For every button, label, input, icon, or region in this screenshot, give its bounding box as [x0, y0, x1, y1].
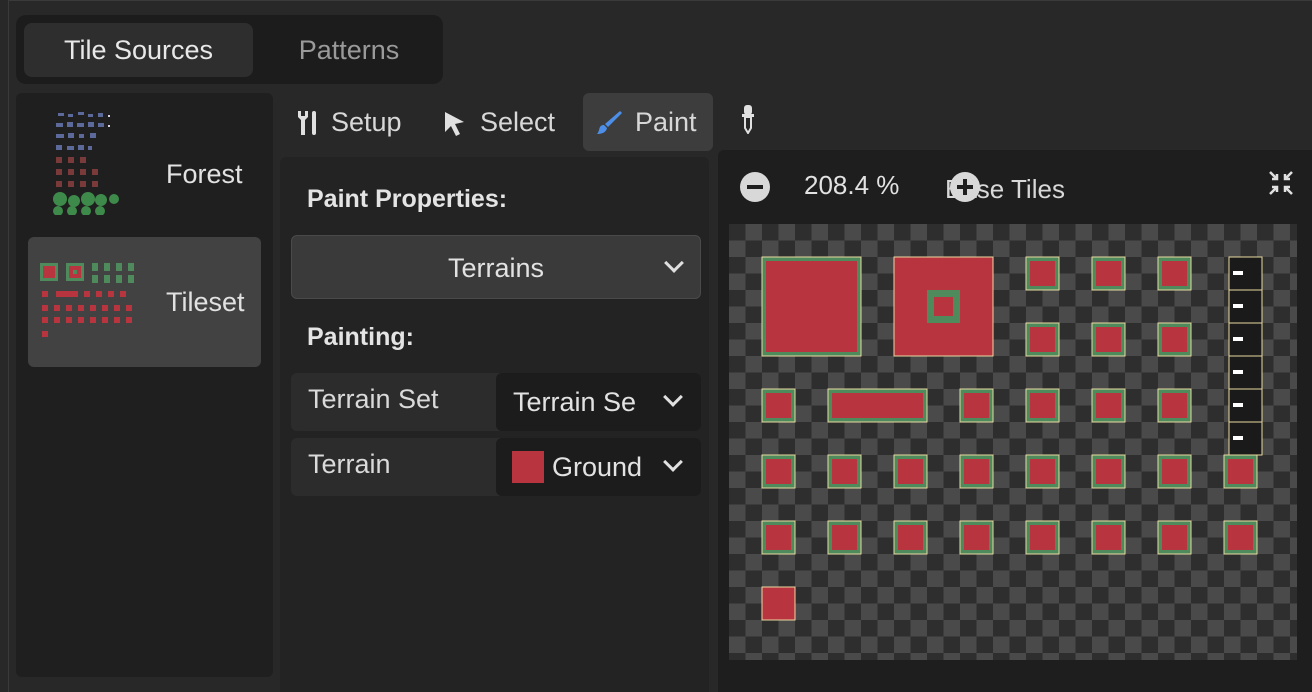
paint-properties-title: Paint Properties:: [307, 185, 508, 213]
cursor-arrow-icon: [445, 112, 464, 136]
eyedropper-button[interactable]: [728, 93, 768, 151]
zoom-out-icon[interactable]: [740, 172, 770, 202]
tile-atlas-grid[interactable]: [729, 224, 1297, 660]
tab-tile-sources[interactable]: Tile Sources: [24, 23, 253, 77]
source-item-tileset[interactable]: Tileset: [28, 237, 261, 367]
paint-label: Paint: [635, 107, 697, 137]
source-label: Tileset: [166, 287, 245, 317]
source-item-forest[interactable]: Forest: [28, 95, 261, 225]
terrain-set-dropdown[interactable]: Terrain Se: [496, 373, 701, 431]
tile-sources-list: Forest Tileset: [16, 93, 273, 677]
paint-mode-dropdown[interactable]: Terrains: [291, 235, 701, 299]
chevron-down-icon: [663, 452, 683, 472]
source-label: Forest: [166, 159, 243, 189]
setup-button[interactable]: Setup: [284, 93, 424, 151]
center-view-icon[interactable]: [1266, 168, 1296, 198]
chevron-down-icon: [663, 387, 683, 407]
paint-properties-panel: Paint Properties: Terrains Painting: Ter…: [280, 157, 709, 692]
wrench-icon: [298, 111, 316, 135]
terrain-set-row: Terrain Set Terrain Se: [291, 373, 701, 431]
chevron-down-icon: [664, 253, 684, 273]
paint-mode-value: Terrains: [447, 253, 545, 283]
terrain-color-swatch: [512, 451, 544, 483]
terrain-set-label: Terrain Set: [308, 384, 439, 414]
tile-atlas-view: 208.4 % Base Tiles: [718, 150, 1312, 692]
select-label: Select: [480, 107, 556, 137]
terrain-dropdown[interactable]: Ground: [496, 438, 701, 496]
zoom-level: 208.4 %: [804, 170, 900, 200]
terrain-row: Terrain Ground: [291, 438, 701, 496]
painting-title: Painting:: [307, 323, 414, 351]
zoom-in-icon[interactable]: [950, 172, 980, 202]
paint-brush-icon: [597, 111, 622, 134]
terrain-label: Terrain: [308, 449, 391, 479]
select-button[interactable]: Select: [430, 93, 570, 151]
setup-label: Setup: [331, 107, 402, 137]
tile-map-editor-panel: Tile Sources Patterns Forest Tileset Set…: [0, 0, 1312, 692]
forest-thumbnail: [53, 112, 119, 215]
terrain-set-value: Terrain Se: [513, 387, 637, 417]
source-tab-bar: Tile Sources Patterns: [16, 15, 443, 84]
eyedropper-icon: [742, 105, 754, 134]
tab-patterns[interactable]: Patterns: [264, 23, 434, 77]
terrain-value: Ground: [552, 452, 643, 482]
tileset-thumbnail: [40, 263, 134, 337]
paint-button[interactable]: Paint: [583, 93, 713, 151]
